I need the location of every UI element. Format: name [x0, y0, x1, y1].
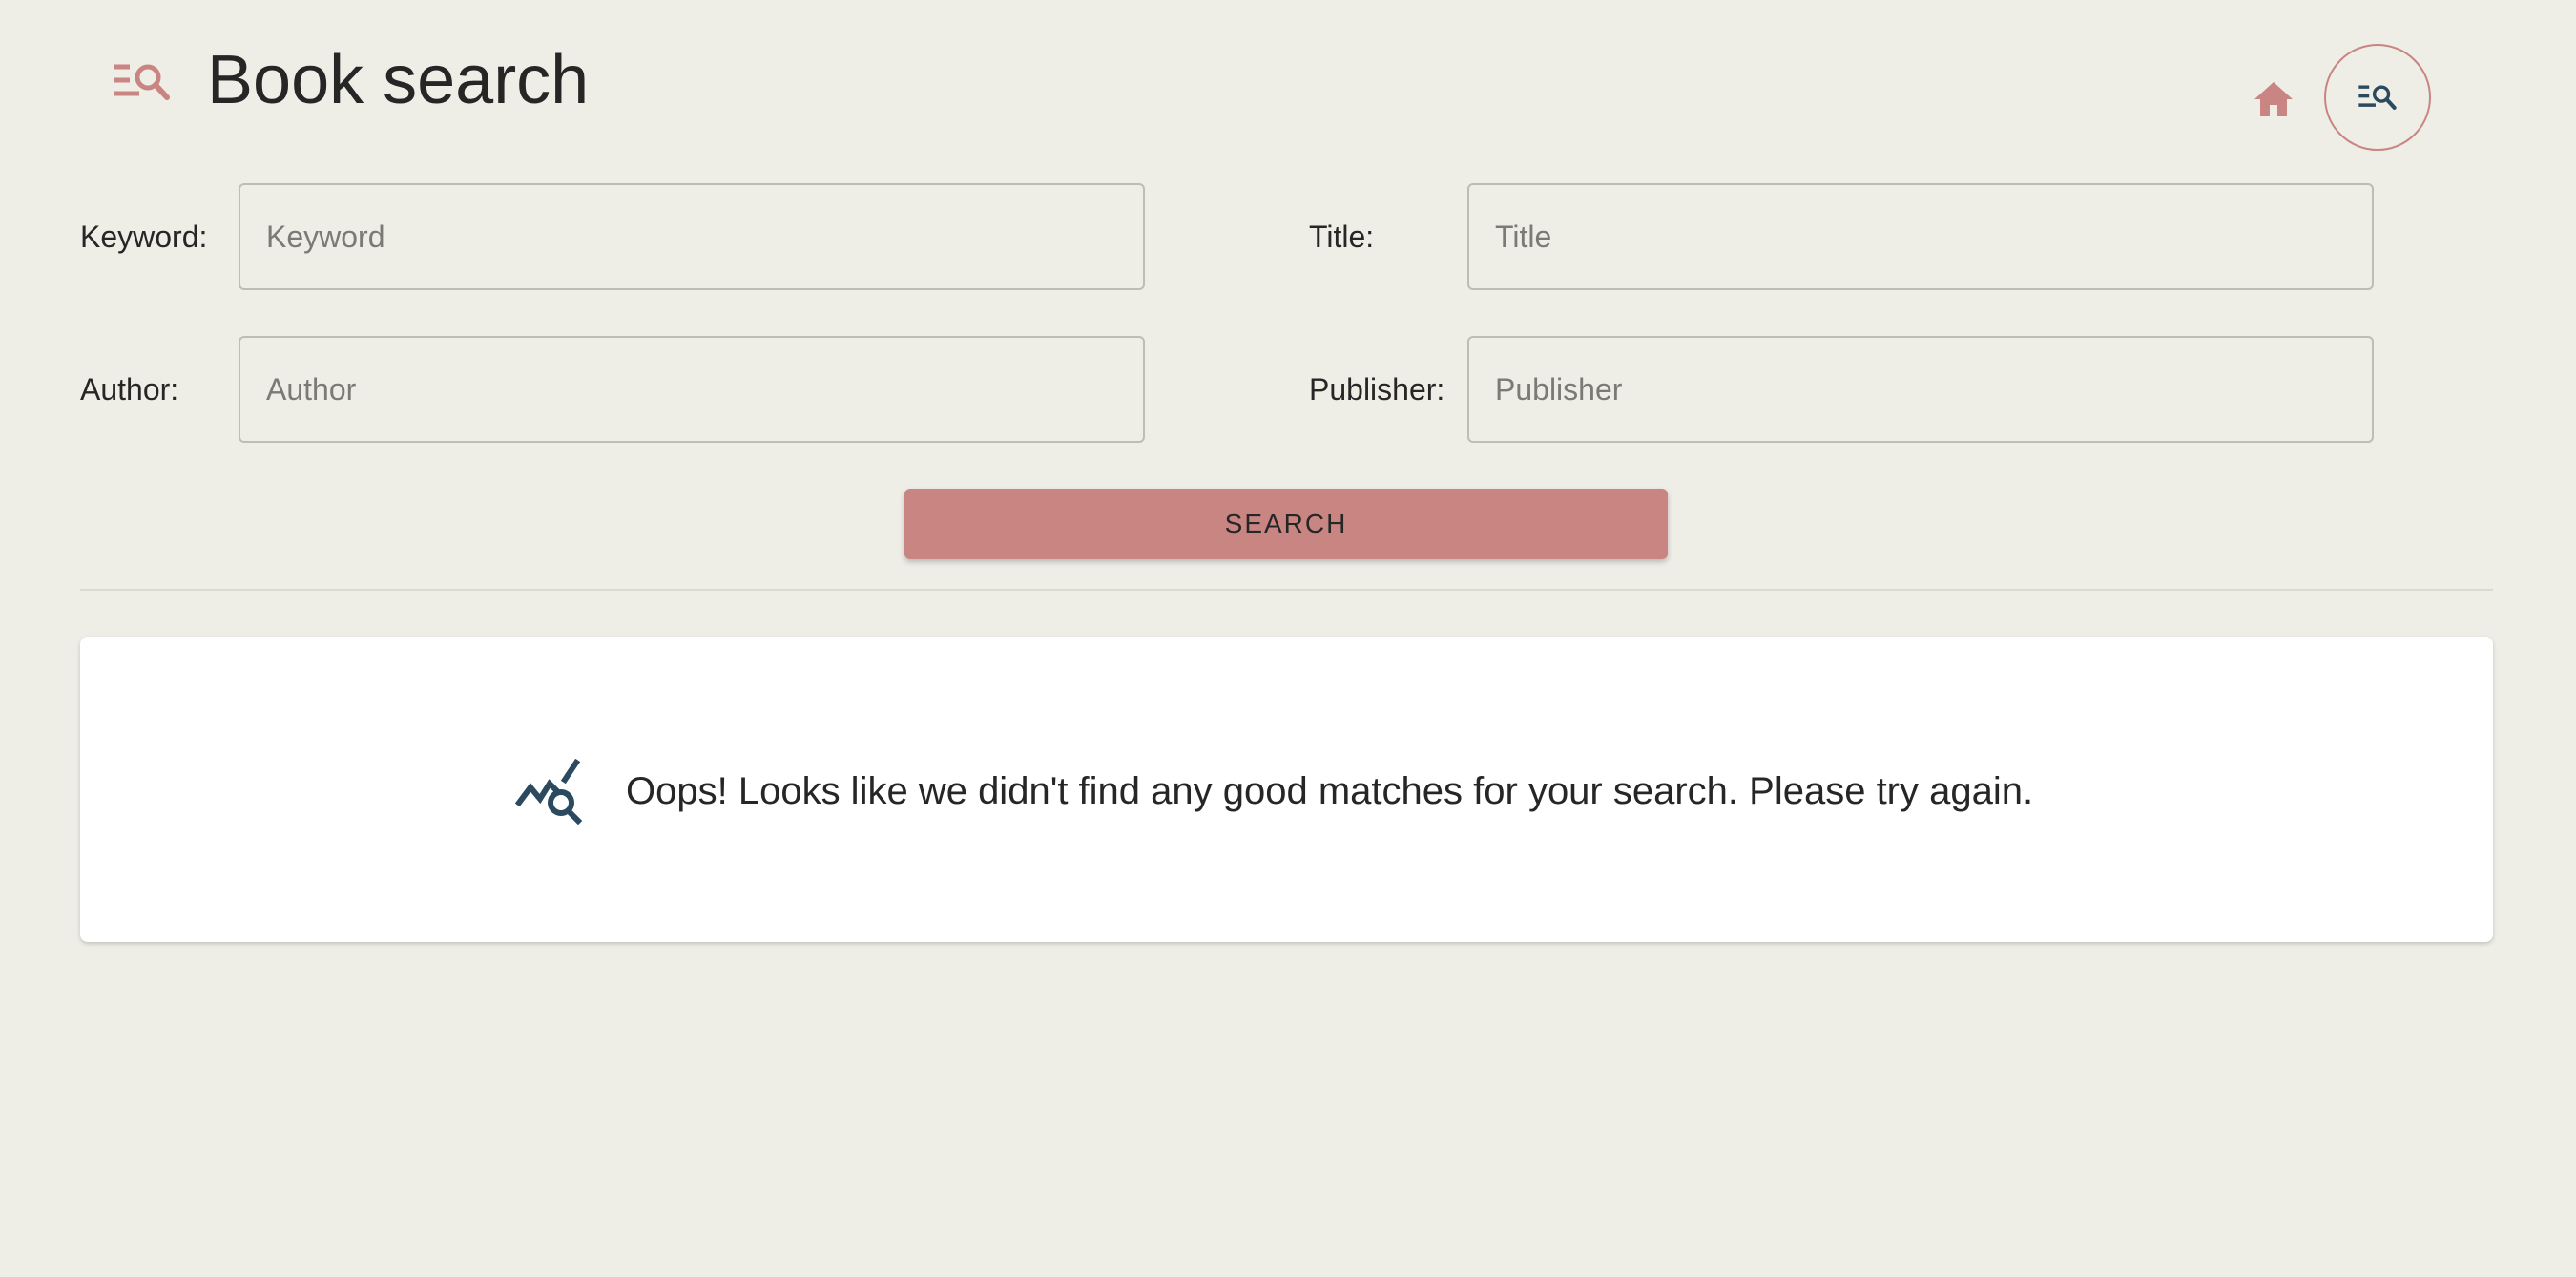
- search-nav-button[interactable]: [2324, 44, 2431, 151]
- list-search-icon: [2358, 85, 2397, 110]
- book-search-page: Book search Keyword: Title: Author: Publ…: [0, 0, 2576, 1277]
- home-icon: [2254, 82, 2293, 116]
- divider: [80, 589, 2493, 591]
- keyword-input[interactable]: [239, 183, 1145, 290]
- author-input[interactable]: [239, 336, 1145, 443]
- title-input[interactable]: [1467, 183, 2374, 290]
- title-label: Title:: [1309, 220, 1375, 254]
- publisher-label: Publisher:: [1309, 372, 1445, 407]
- author-label: Author:: [80, 372, 179, 407]
- no-results-message: Oops! Looks like we didn't find any good…: [626, 770, 2034, 812]
- keyword-label: Keyword:: [80, 220, 208, 254]
- list-search-icon: [114, 64, 170, 100]
- publisher-input[interactable]: [1467, 336, 2374, 443]
- results-card: Oops! Looks like we didn't find any good…: [80, 637, 2493, 942]
- search-button[interactable]: SEARCH: [904, 489, 1668, 559]
- page-title: Book search: [207, 42, 590, 118]
- chart-search-icon: [515, 759, 583, 826]
- home-button[interactable]: [2247, 74, 2300, 124]
